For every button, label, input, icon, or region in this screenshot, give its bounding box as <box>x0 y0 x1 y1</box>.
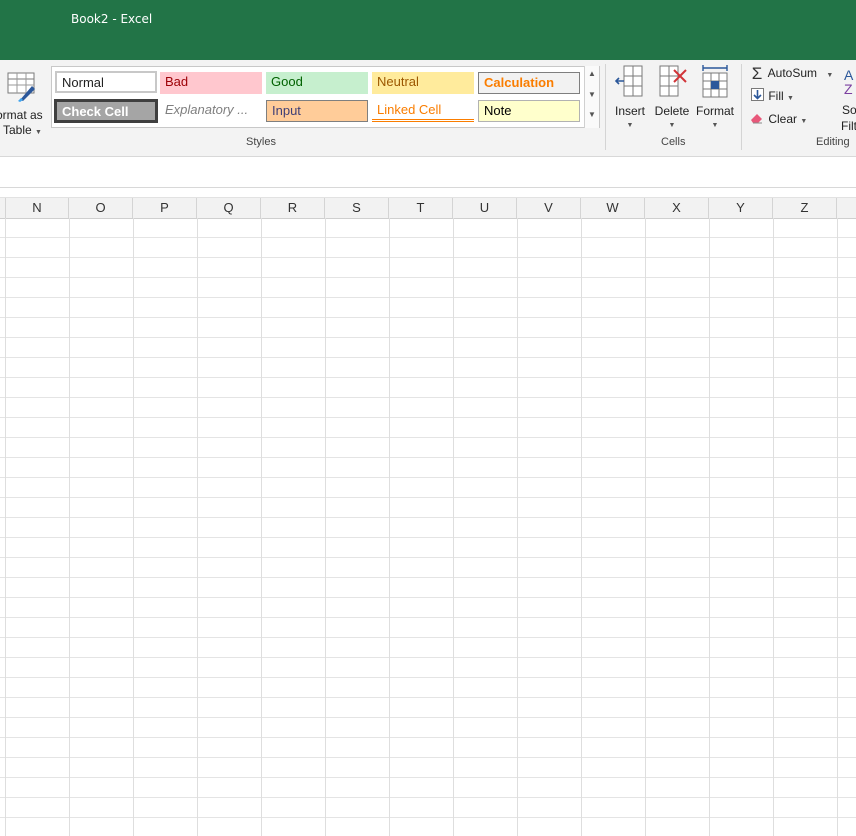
insert-label: Insert <box>614 104 645 118</box>
cells-group-label: Cells <box>661 136 686 148</box>
gallery-more-icon[interactable]: ▼ <box>588 110 596 119</box>
clear-label: Clear <box>768 112 798 126</box>
column-header-o[interactable]: O <box>69 198 133 218</box>
delete-dropdown-icon: ▼ <box>668 122 676 129</box>
format-cells-icon <box>702 65 728 98</box>
fill-label: Fill <box>768 89 784 103</box>
style-note[interactable]: Note <box>478 100 580 122</box>
column-header-u[interactable]: U <box>453 198 517 218</box>
style-linked-cell[interactable]: Linked Cell <box>372 100 474 122</box>
column-header-s[interactable]: S <box>325 198 389 218</box>
sort-filter-button[interactable]: A Z So Filt <box>840 64 856 134</box>
title-bar: Book2 - Excel <box>0 0 856 60</box>
gallery-up-icon[interactable]: ▲ <box>588 69 596 78</box>
column-header-r[interactable]: R <box>261 198 325 218</box>
style-normal[interactable]: Normal <box>55 71 157 93</box>
gallery-down-icon[interactable]: ▼ <box>588 90 596 99</box>
insert-button[interactable]: Insert ▼ <box>610 64 650 130</box>
column-header-n[interactable]: N <box>5 198 69 218</box>
format-dropdown-icon: ▼ <box>711 122 719 129</box>
formula-bar[interactable] <box>0 157 856 188</box>
autosum-dropdown-icon: ▼ <box>826 72 834 79</box>
fill-dropdown-icon: ▼ <box>787 95 794 102</box>
format-button[interactable]: Format ▼ <box>695 64 735 130</box>
format-as-table-label: ormat as <box>0 108 43 122</box>
autosum-button[interactable]: Σ AutoSum ▼ <box>749 63 834 83</box>
format-as-table-icon <box>7 72 35 102</box>
style-good[interactable]: Good <box>266 72 368 94</box>
format-label: Format <box>695 104 734 118</box>
eraser-icon <box>749 111 765 129</box>
style-calculation[interactable]: Calculation <box>478 72 580 94</box>
column-header-z[interactable]: Z <box>773 198 837 218</box>
column-header-v[interactable]: V <box>517 198 581 218</box>
window-title: Book2 - Excel <box>71 12 153 26</box>
fill-button[interactable]: Fill ▼ <box>749 87 794 105</box>
cell-styles-gallery: Normal Bad Good Neutral Calculation Chec… <box>51 66 600 128</box>
sort-az-icon: A <box>844 67 854 83</box>
delete-cells-icon <box>659 65 687 97</box>
sigma-icon: Σ <box>751 63 763 83</box>
fill-down-icon <box>749 87 765 106</box>
editing-group-label: Editing <box>816 136 850 148</box>
sort-filter-label: So <box>842 103 856 117</box>
column-headers: N O P Q R S T U V W X Y Z <box>0 197 856 219</box>
insert-cells-icon <box>614 65 643 97</box>
separator <box>605 64 606 150</box>
column-header-x[interactable]: X <box>645 198 709 218</box>
clear-button[interactable]: Clear ▼ <box>749 110 807 128</box>
separator <box>741 64 742 150</box>
autosum-label: AutoSum <box>767 66 818 80</box>
ribbon: ormat as Table ▼ Normal Bad Good Neutral… <box>0 60 856 157</box>
style-input[interactable]: Input <box>266 100 368 122</box>
style-bad[interactable]: Bad <box>160 72 262 94</box>
gallery-scroll: ▲ ▼ ▼ <box>584 66 599 128</box>
column-header-t[interactable]: T <box>389 198 453 218</box>
cell-grid[interactable] <box>0 218 856 836</box>
style-explanatory[interactable]: Explanatory ... <box>160 100 262 122</box>
style-neutral[interactable]: Neutral <box>372 72 474 94</box>
format-as-table-button[interactable]: ormat as Table ▼ <box>0 66 50 137</box>
delete-label: Delete <box>654 104 690 118</box>
column-header-p[interactable]: P <box>133 198 197 218</box>
styles-group-label: Styles <box>246 136 276 148</box>
column-header-w[interactable]: W <box>581 198 645 218</box>
column-header-y[interactable]: Y <box>709 198 773 218</box>
style-check-cell[interactable]: Check Cell <box>54 99 158 123</box>
sort-filter-label-2: Filt <box>841 119 856 133</box>
sort-az-icon-z: Z <box>844 81 853 97</box>
clear-dropdown-icon: ▼ <box>800 118 808 125</box>
column-header-q[interactable]: Q <box>197 198 261 218</box>
delete-button[interactable]: Delete ▼ <box>652 64 692 130</box>
format-as-table-label-2: Table ▼ <box>3 123 42 137</box>
insert-dropdown-icon: ▼ <box>626 122 634 129</box>
